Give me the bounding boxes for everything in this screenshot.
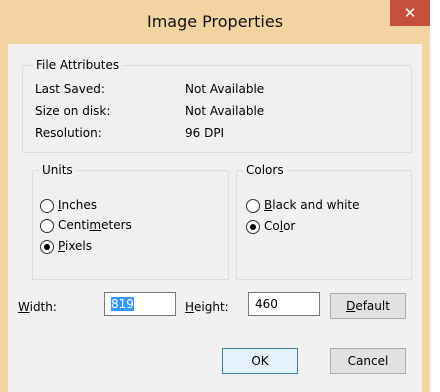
width-input-value: 819 <box>111 297 134 311</box>
cancel-button[interactable]: Cancel <box>330 348 406 374</box>
pixels-radio[interactable] <box>40 240 54 254</box>
resolution-value: 96 DPI <box>185 126 225 140</box>
window-frame-left <box>0 44 8 392</box>
file-attributes-group: File Attributes Last Saved: Not Availabl… <box>22 58 412 153</box>
centimeters-label[interactable]: Centimeters <box>58 218 132 232</box>
inches-radio[interactable] <box>40 199 54 213</box>
width-input[interactable]: 819 <box>104 292 176 316</box>
dialog-body: File Attributes Last Saved: Not Availabl… <box>8 44 422 392</box>
centimeters-radio[interactable] <box>40 219 54 233</box>
units-legend: Units <box>39 163 76 177</box>
black-and-white-radio[interactable] <box>246 199 260 213</box>
units-group: Units Inches Centimeters Pixels <box>32 163 229 280</box>
ok-button[interactable]: OK <box>222 348 298 374</box>
radio-selected-dot <box>250 224 256 230</box>
colors-group: Colors Black and white Color <box>236 163 412 280</box>
radio-selected-dot <box>44 244 50 250</box>
width-label: Width: <box>18 300 57 314</box>
height-input-value: 460 <box>255 297 278 311</box>
window-frame-right <box>422 44 430 392</box>
color-label[interactable]: Color <box>264 219 295 233</box>
last-saved-label: Last Saved: <box>35 82 105 96</box>
height-input[interactable]: 460 <box>248 292 320 316</box>
last-saved-value: Not Available <box>185 82 265 96</box>
height-label: Height: <box>185 300 229 314</box>
file-attributes-legend: File Attributes <box>33 58 123 72</box>
colors-legend: Colors <box>243 163 287 177</box>
default-button[interactable]: Default <box>330 293 406 319</box>
resolution-label: Resolution: <box>35 126 102 140</box>
pixels-label[interactable]: Pixels <box>58 239 92 253</box>
inches-label[interactable]: Inches <box>58 198 97 212</box>
size-on-disk-label: Size on disk: <box>35 104 111 118</box>
black-and-white-label[interactable]: Black and white <box>264 198 360 212</box>
size-on-disk-value: Not Available <box>185 104 265 118</box>
close-button[interactable]: ✕ <box>390 0 430 26</box>
color-radio[interactable] <box>246 220 260 234</box>
dialog-title: Image Properties <box>146 12 284 31</box>
